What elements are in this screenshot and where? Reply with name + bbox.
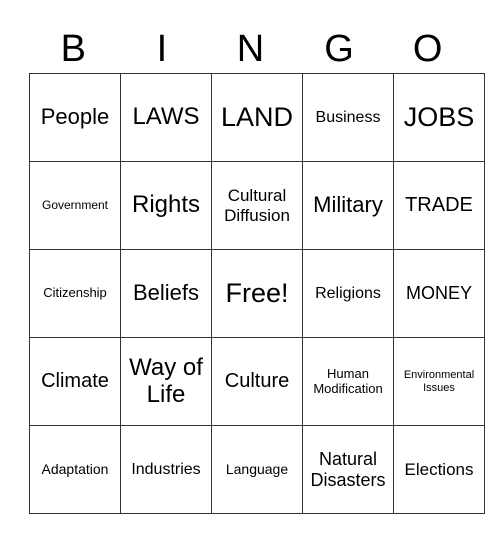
bingo-cell: MONEY (393, 249, 485, 338)
header-letter-b: B (60, 28, 86, 70)
grid-row: Citizenship Beliefs Free! Religions MONE… (29, 249, 485, 338)
grid-row: People LAWS LAND Business JOBS (29, 73, 485, 162)
grid-row: Climate Way of Life Culture Human Modifi… (29, 337, 485, 426)
bingo-cell: LAWS (120, 73, 212, 162)
bingo-cell: Climate (29, 337, 121, 426)
bingo-cell: Human Modification (302, 337, 394, 426)
bingo-cell: Environmental Issues (393, 337, 485, 426)
bingo-cell: Military (302, 161, 394, 250)
bingo-cell: People (29, 73, 121, 162)
bingo-cell: Cultural Diffusion (211, 161, 303, 250)
bingo-cell: Industries (120, 425, 212, 514)
header-letter-o: O (412, 28, 443, 70)
bingo-cell: Government (29, 161, 121, 250)
bingo-cell: JOBS (393, 73, 485, 162)
grid-row: Adaptation Industries Language Natural D… (29, 425, 485, 514)
bingo-cell: Beliefs (120, 249, 212, 338)
grid-row: Government Rights Cultural Diffusion Mil… (29, 161, 485, 250)
bingo-cell: Rights (120, 161, 212, 250)
bingo-cell: Elections (393, 425, 485, 514)
bingo-cell: Religions (302, 249, 394, 338)
header-letter-g: G (324, 28, 354, 70)
bingo-cell: Way of Life (120, 337, 212, 426)
free-space: Free! (211, 249, 303, 338)
bingo-cell: Natural Disasters (302, 425, 394, 514)
bingo-cell: Business (302, 73, 394, 162)
bingo-grid: People LAWS LAND Business JOBS Governmen… (29, 73, 485, 514)
bingo-cell: Language (211, 425, 303, 514)
header-letter-i: I (156, 28, 168, 70)
bingo-cell: Adaptation (29, 425, 121, 514)
bingo-cell: Citizenship (29, 249, 121, 338)
bingo-header: B I N G O (29, 26, 472, 72)
bingo-cell: TRADE (393, 161, 485, 250)
bingo-cell: Culture (211, 337, 303, 426)
header-letter-n: N (236, 28, 265, 70)
bingo-cell: LAND (211, 73, 303, 162)
